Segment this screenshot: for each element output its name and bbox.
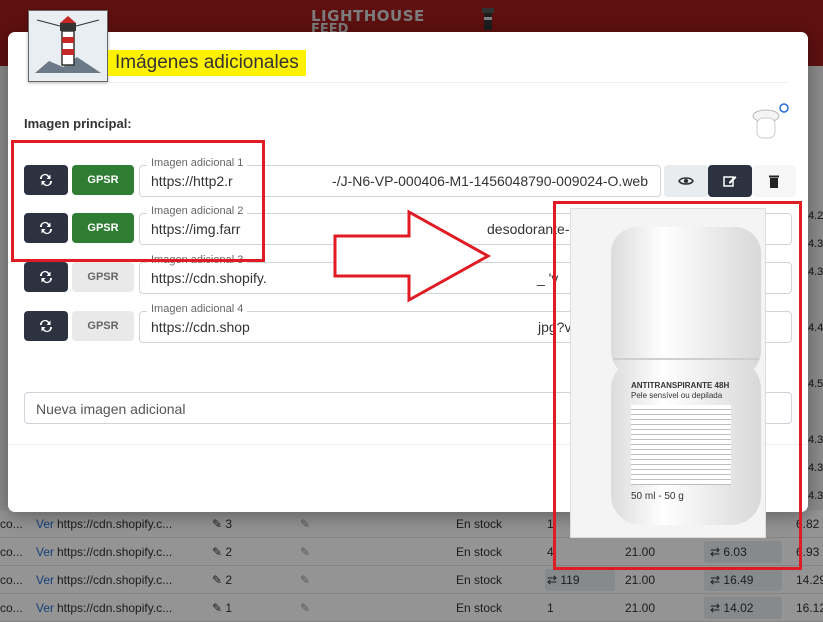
modal-title: Imágenes adicionales: [108, 50, 306, 76]
image-url-value-end: -/J-N6-VP-000406-M1-1456048790-009024-O.…: [332, 173, 648, 189]
image-url-label: Imagen adicional 4: [147, 303, 248, 315]
trash-icon: [769, 175, 779, 188]
edit-image-button[interactable]: [708, 165, 752, 197]
main-image-label: Imagen principal:: [24, 116, 132, 131]
eye-icon: [678, 177, 694, 185]
view-image-button[interactable]: [664, 165, 708, 197]
product-label-title: ANTITRANSPIRANTE 48H: [631, 381, 730, 390]
main-image-thumbnail[interactable]: [746, 102, 790, 146]
lighthouse-icon: [35, 16, 101, 73]
image-url-value: https://cdn.shop: [151, 319, 250, 335]
swap-image-button[interactable]: [24, 262, 68, 292]
swap-arrows-icon: [40, 271, 52, 283]
deodorant-bottle-icon: [611, 227, 761, 525]
lighthouse-logo: [28, 10, 108, 82]
divider: [108, 82, 788, 83]
product-ingredients-text: [631, 405, 731, 485]
new-image-placeholder: Nueva imagen adicional: [36, 401, 186, 417]
edit-icon: [723, 176, 737, 187]
delete-image-button[interactable]: [752, 165, 796, 197]
annotation-box-gpsr: [11, 140, 265, 262]
product-label-subtitle: Pele sensível ou depilada: [631, 391, 723, 400]
swap-arrows-icon: [40, 320, 52, 332]
gpsr-preview-image: ANTITRANSPIRANTE 48H Pele sensível ou de…: [570, 208, 766, 538]
annotation-arrow-icon: [333, 209, 492, 303]
product-thumbnail-icon: [752, 103, 789, 139]
gpsr-toggle-button[interactable]: GPSR: [72, 311, 134, 341]
image-url-value: https://cdn.shopify.: [151, 270, 267, 286]
gpsr-toggle-button[interactable]: GPSR: [72, 262, 134, 292]
swap-image-button[interactable]: [24, 311, 68, 341]
product-label-size: 50 ml - 50 g: [631, 491, 684, 502]
